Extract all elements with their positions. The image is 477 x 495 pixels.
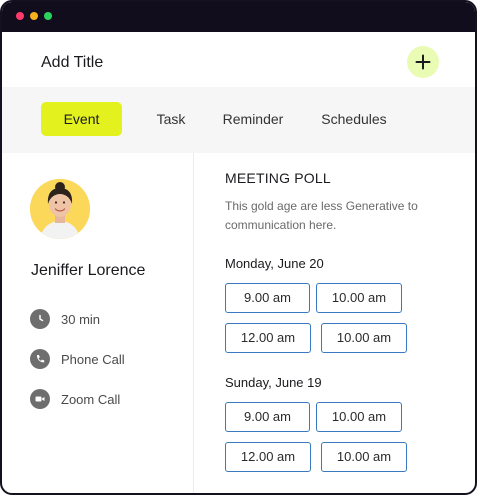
poll-title: MEETING POLL: [225, 170, 331, 186]
day-label: Sunday, June 19: [225, 375, 322, 390]
avatar: [30, 179, 90, 239]
tab-bar: Event Task Reminder Schedules: [2, 87, 475, 153]
profile-panel: Jeniffer Lorence 30 min Phone Call Zoom …: [2, 153, 194, 493]
tab-reminder[interactable]: Reminder: [217, 102, 289, 136]
zoom-call-row: Zoom Call: [30, 389, 120, 409]
add-button[interactable]: [407, 46, 439, 78]
meeting-poll-panel: MEETING POLL This gold age are less Gene…: [195, 153, 475, 493]
time-slot[interactable]: 9.00 am: [225, 283, 310, 313]
time-slot[interactable]: 10.00 am: [321, 323, 407, 353]
phone-icon: [30, 349, 50, 369]
close-window-dot[interactable]: [16, 12, 24, 20]
duration-row: 30 min: [30, 309, 100, 329]
time-slot[interactable]: 10.00 am: [321, 442, 407, 472]
plus-icon: [415, 54, 431, 70]
tab-event[interactable]: Event: [41, 102, 122, 136]
maximize-window-dot[interactable]: [44, 12, 52, 20]
clock-icon: [30, 309, 50, 329]
time-slot[interactable]: 9.00 am: [225, 402, 310, 432]
tab-schedules[interactable]: Schedules: [315, 102, 393, 136]
minimize-window-dot[interactable]: [30, 12, 38, 20]
window-titlebar: [2, 2, 475, 32]
page-title: Add Title: [41, 54, 104, 71]
time-slot[interactable]: 12.00 am: [225, 323, 311, 353]
person-name: Jeniffer Lorence: [31, 262, 146, 279]
day-label: Monday, June 20: [225, 256, 324, 271]
header: Add Title: [2, 32, 475, 87]
video-icon: [30, 389, 50, 409]
time-slot[interactable]: 10.00 am: [316, 402, 402, 432]
app-window: Add Title Event Task Reminder Schedules: [0, 0, 477, 495]
poll-description: This gold age are less Generative to com…: [225, 199, 418, 232]
phone-call-text: Phone Call: [61, 351, 125, 367]
duration-text: 30 min: [61, 311, 101, 327]
time-slot[interactable]: 12.00 am: [225, 442, 311, 472]
avatar-image: [30, 179, 90, 239]
time-slot[interactable]: 10.00 am: [316, 283, 402, 313]
phone-call-row: Phone Call: [30, 349, 125, 369]
zoom-call-text: Zoom Call: [61, 391, 121, 407]
tab-task[interactable]: Task: [146, 102, 196, 136]
